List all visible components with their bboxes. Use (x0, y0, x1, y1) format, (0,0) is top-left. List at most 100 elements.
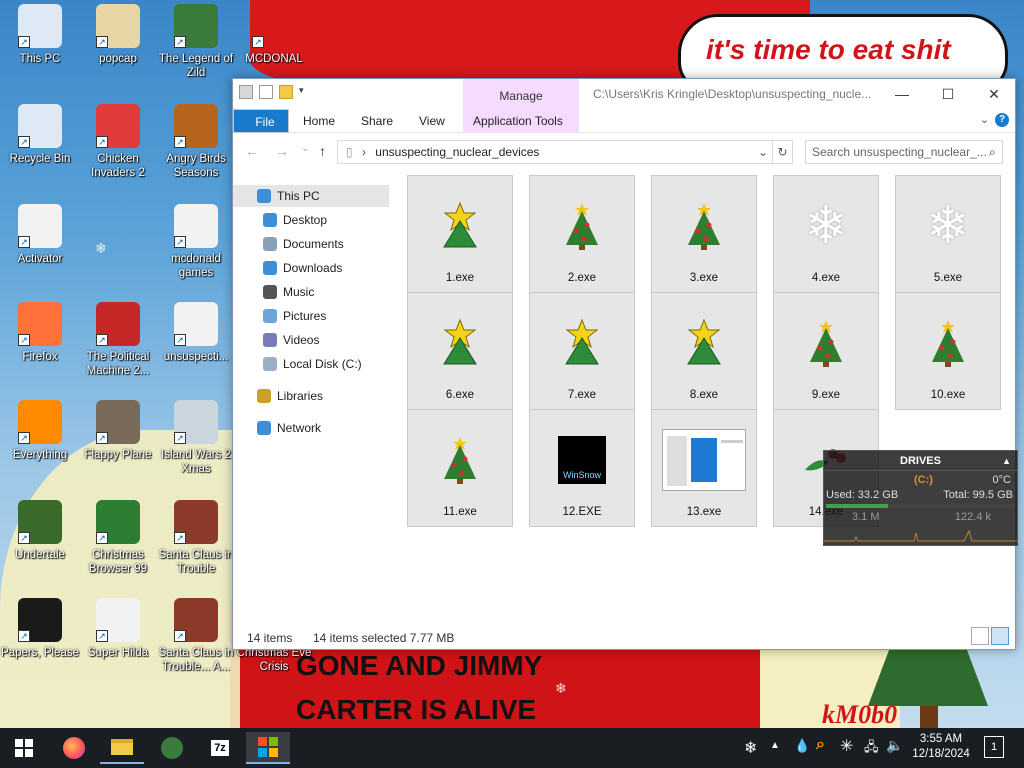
snowflake-tray-icon[interactable]: ❄ (744, 738, 757, 758)
file-item[interactable]: 13.exe (651, 409, 757, 527)
desktop-icon[interactable]: ↗ Santa Claus in Trouble (156, 500, 236, 576)
desktop-icon[interactable]: ↗ Everything (0, 400, 80, 462)
desktop-icon-label: Santa Claus in Trouble... A... (158, 647, 234, 673)
desktop-icon[interactable]: ↗ The Legend of Zild (156, 4, 236, 80)
water-drop-icon[interactable]: 💧 (794, 738, 810, 754)
nav-item[interactable]: Pictures (233, 305, 389, 327)
new-folder-icon[interactable] (279, 85, 293, 99)
folder-icon: ▯ (346, 145, 353, 159)
desktop-icon[interactable]: ↗ Papers, Please (0, 598, 80, 660)
nav-item[interactable]: Downloads (233, 257, 389, 279)
desktop-icon[interactable]: ↗ Island Wars 2 Xmas (156, 400, 236, 476)
system-clock[interactable]: 3:55 AM 12/18/2024 (904, 732, 978, 762)
tab-application-tools[interactable]: Application Tools (463, 109, 579, 133)
search-input[interactable]: Search unsuspecting_nuclear_... (805, 140, 1003, 164)
file-item[interactable]: 6.exe (407, 292, 513, 410)
desktop-icon-label: Everything (12, 449, 68, 461)
shortcut-arrow-icon: ↗ (96, 36, 108, 48)
windows-start-icon[interactable] (2, 732, 46, 764)
file-item[interactable]: 7.exe (529, 292, 635, 410)
nav-item[interactable]: Music (233, 281, 389, 303)
nav-item[interactable]: This PC (233, 185, 389, 207)
large-icons-view-icon[interactable] (991, 627, 1009, 645)
desktop-icon[interactable]: ↗ Angry Birds Seasons (156, 104, 236, 180)
file-item[interactable]: 10.exe (895, 292, 1001, 410)
close-button[interactable]: ✕ (971, 79, 1017, 109)
tab-file[interactable]: File (233, 109, 289, 133)
tab-share[interactable]: Share (351, 109, 403, 133)
nav-item[interactable]: Network (233, 417, 389, 439)
nav-item[interactable]: Local Disk (C:) (233, 353, 389, 375)
chevron-down-icon[interactable]: ⌄ (301, 143, 309, 154)
file-item[interactable]: 8.exe (651, 292, 757, 410)
nav-item[interactable]: Documents (233, 233, 389, 255)
help-icon[interactable]: ? (995, 113, 1009, 127)
file-item[interactable]: 3.exe (651, 175, 757, 293)
properties-icon[interactable] (259, 85, 273, 99)
collapse-arrow-icon[interactable]: ▲ (1002, 451, 1011, 471)
desktop-icon[interactable]: ↗ Santa Claus in Trouble... A... (156, 598, 236, 674)
file-explorer-icon[interactable] (100, 732, 144, 764)
usage-row: Used: 33.2 GB Total: 99.5 GB (824, 487, 1017, 501)
file-item[interactable]: WinSnow 12.EXE (529, 409, 635, 527)
maximize-button[interactable]: ☐ (925, 79, 971, 109)
star-tree-icon (654, 295, 754, 391)
up-arrow-icon[interactable]: ↑ (319, 143, 326, 159)
snowflake-icon: ❄ (95, 240, 107, 256)
sparkle-tray-icon[interactable]: ✳ (840, 736, 853, 756)
desktop-icon[interactable]: ↗ Super Hilda (78, 598, 158, 660)
desktop-icon[interactable]: ↗ mcdonald games (156, 204, 236, 280)
desktop-icon[interactable]: ↗ The Political Machine 2... (78, 302, 158, 378)
volume-icon[interactable]: 🔈 (886, 737, 903, 754)
desktop-icon[interactable]: ↗ MCDONAL (234, 4, 314, 66)
chevron-down-icon[interactable]: ▾ (299, 85, 307, 99)
network-icon[interactable]: 🖧 (864, 738, 879, 760)
shortcut-arrow-icon: ↗ (18, 432, 30, 444)
title-bar[interactable]: ▾ Manage C:\Users\Kris Kringle\Desktop\u… (233, 79, 1015, 109)
tab-home[interactable]: Home (293, 109, 345, 133)
desktop-icon[interactable]: ↗ popcap (78, 4, 158, 66)
address-field[interactable]: ▯ › unsuspecting_nuclear_devices ⌄ (337, 140, 773, 164)
everything-tray-icon[interactable]: ⌕ (816, 736, 825, 754)
file-name: 9.exe (811, 389, 841, 401)
desktop-icon[interactable]: ↗ Firefox (0, 302, 80, 364)
file-item[interactable]: ❄ 4.exe (773, 175, 879, 293)
file-item[interactable]: 1.exe (407, 175, 513, 293)
minimize-button[interactable]: — (879, 79, 925, 109)
file-item[interactable]: 2.exe (529, 175, 635, 293)
file-name: 7.exe (567, 389, 597, 401)
chevron-down-icon[interactable]: ⌄ (758, 141, 768, 163)
desktop-icon[interactable]: ↗ Recycle Bin (0, 104, 80, 166)
file-item[interactable]: 9.exe (773, 292, 879, 410)
firefox-icon[interactable] (52, 732, 96, 764)
details-view-icon[interactable] (971, 627, 989, 645)
drives-title-text: DRIVES (900, 455, 941, 467)
search-icon[interactable]: ⌕ (989, 145, 996, 160)
desktop-icon[interactable]: ↗ unsuspecti... (156, 302, 236, 364)
tab-view[interactable]: View (409, 109, 455, 133)
desktop-icon[interactable]: ↗ Undertale (0, 500, 80, 562)
christmas-browser-icon[interactable] (246, 732, 290, 764)
desktop-icon-label: The Political Machine 2... (86, 351, 150, 377)
desktop-icon[interactable]: ↗ Activator (0, 204, 80, 266)
nav-item[interactable]: Videos (233, 329, 389, 351)
desktop-icon[interactable]: ↗ Chicken Invaders 2 (78, 104, 158, 180)
back-arrow-icon[interactable]: ← (245, 143, 259, 159)
collapse-ribbon-icon[interactable]: ⌄ (980, 113, 989, 126)
refresh-button[interactable]: ↻ (773, 140, 793, 164)
desktop-icon[interactable]: ↗ Flappy Plane (78, 400, 158, 462)
desktop-icon[interactable]: ↗ Christmas Browser 99 (78, 500, 158, 576)
desktop-icon[interactable]: ↗ This PC (0, 4, 80, 66)
manage-contextual-tab[interactable]: Manage (463, 79, 579, 109)
legend-of-zild-icon[interactable] (150, 732, 194, 764)
notification-center-icon[interactable]: 1 (984, 736, 1004, 758)
7zip-icon[interactable]: 7z (198, 732, 242, 764)
file-name: 8.exe (689, 389, 719, 401)
show-hidden-icons-icon[interactable]: ▲ (770, 740, 780, 751)
nav-item[interactable]: Desktop (233, 209, 389, 231)
file-item[interactable]: ❄ 5.exe (895, 175, 1001, 293)
forward-arrow-icon[interactable]: → (275, 143, 289, 159)
file-item[interactable]: 11.exe (407, 409, 513, 527)
breadcrumb-folder[interactable]: unsuspecting_nuclear_devices (375, 145, 539, 159)
nav-item[interactable]: Libraries (233, 385, 389, 407)
